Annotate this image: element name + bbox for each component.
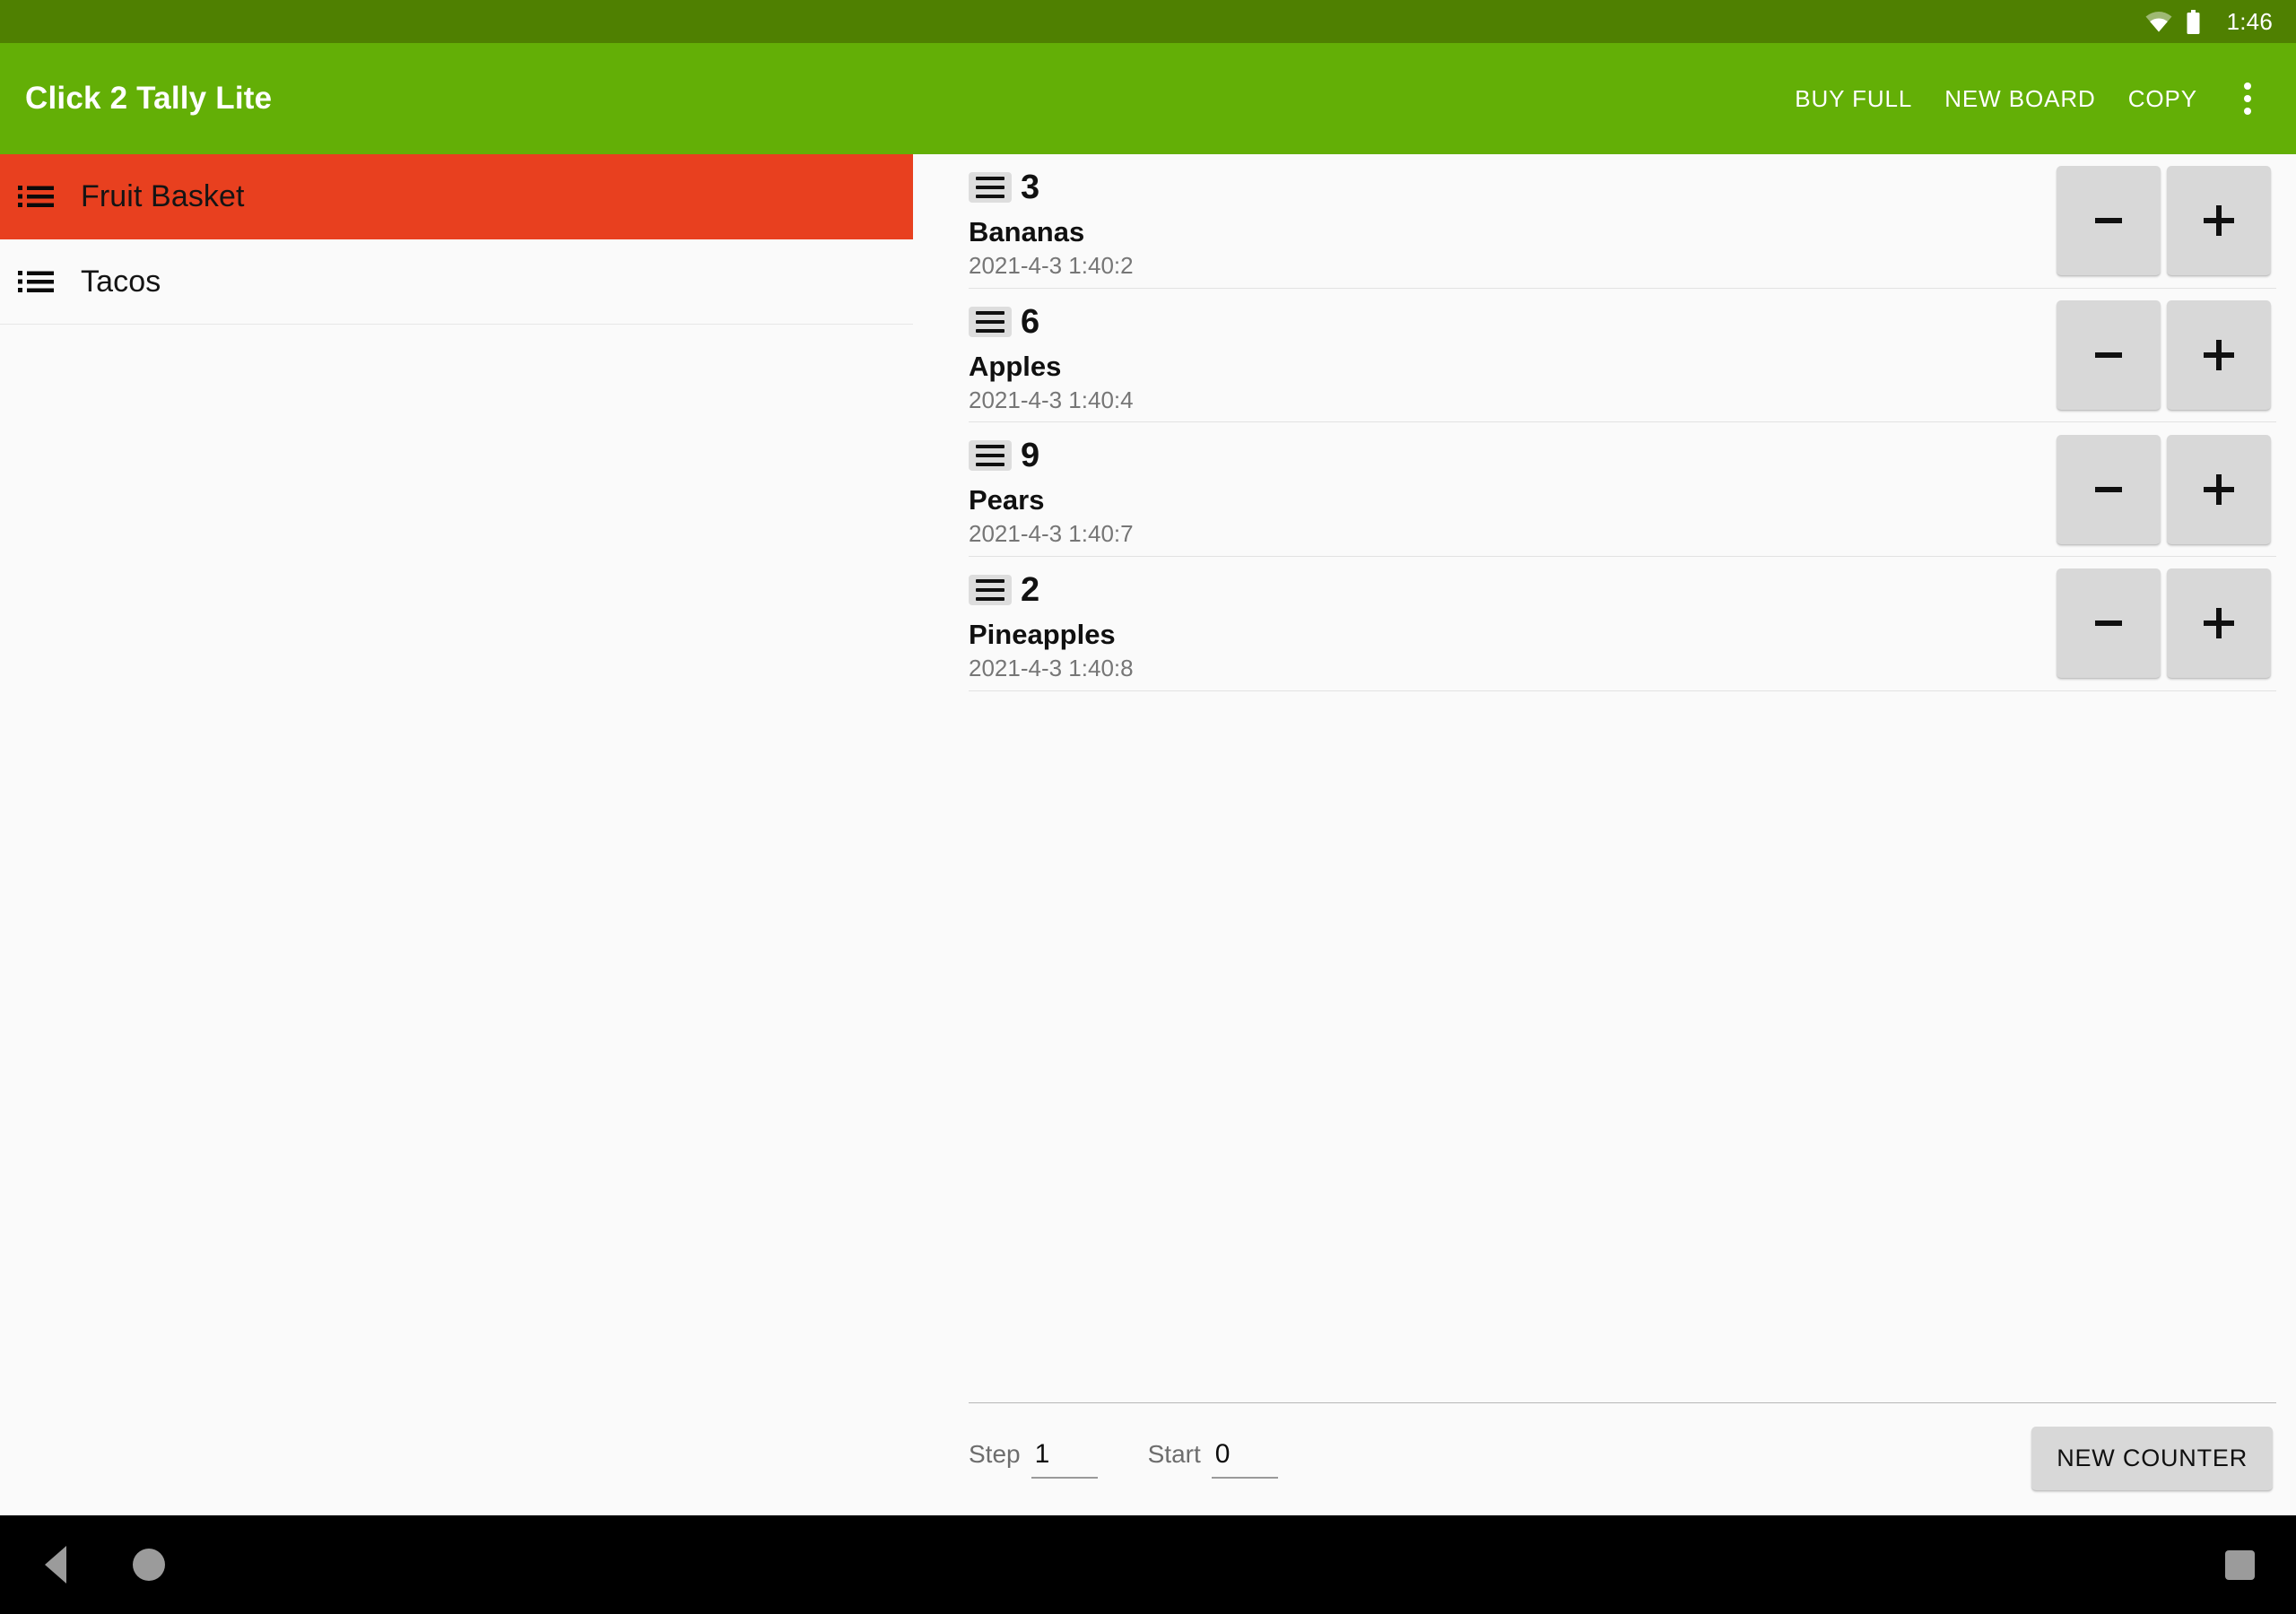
app-bar: Click 2 Tally Lite BUY FULL NEW BOARD CO… xyxy=(0,43,2296,154)
counter-count: 9 xyxy=(1021,437,1040,475)
step-label: Step xyxy=(969,1439,1021,1468)
minus-icon xyxy=(2095,620,2122,627)
counter-creation-bar: Step Start NEW COUNTER xyxy=(969,1402,2276,1515)
plus-icon xyxy=(2204,340,2234,371)
status-icons: 1:46 xyxy=(2145,8,2273,35)
counter-timestamp: 2021-4-3 1:40:8 xyxy=(969,655,1134,682)
counter-timestamp: 2021-4-3 1:40:7 xyxy=(969,520,1134,548)
home-circle-icon[interactable] xyxy=(133,1549,165,1581)
new-board-button[interactable]: NEW BOARD xyxy=(1928,85,2111,113)
table-row: 6 Apples 2021-4-3 1:40:4 xyxy=(969,289,2276,423)
counter-count: 2 xyxy=(1021,571,1040,610)
sidebar-item-fruit-basket[interactable]: Fruit Basket xyxy=(0,154,913,239)
sidebar-item-label: Tacos xyxy=(81,264,161,299)
minus-icon xyxy=(2095,486,2122,492)
overflow-menu-icon[interactable] xyxy=(2222,74,2273,124)
counter-info: 6 Apples 2021-4-3 1:40:4 xyxy=(969,289,2057,422)
minus-icon xyxy=(2095,218,2122,224)
counter-count-line: 9 xyxy=(969,435,2057,476)
increment-button[interactable] xyxy=(2167,300,2271,411)
decrement-button[interactable] xyxy=(2057,434,2161,544)
counter-name: Bananas xyxy=(969,216,1085,247)
board-sidebar: Fruit Basket Tacos xyxy=(0,154,913,1515)
counter-count: 3 xyxy=(1021,169,1040,206)
increment-button[interactable] xyxy=(2167,166,2271,276)
plus-icon xyxy=(2204,473,2234,505)
counter-count: 6 xyxy=(1021,302,1040,341)
status-time: 1:46 xyxy=(2226,8,2273,35)
increment-button[interactable] xyxy=(2167,434,2271,544)
minus-icon xyxy=(2095,352,2122,359)
counter-buttons xyxy=(2057,422,2276,556)
list-icon xyxy=(18,184,81,209)
sidebar-item-label: Fruit Basket xyxy=(81,178,245,213)
panel-spacer xyxy=(969,691,2276,1402)
start-field-group: Start xyxy=(1147,1438,1278,1479)
counter-timestamp: 2021-4-3 1:40:2 xyxy=(969,252,1134,280)
step-field-group: Step xyxy=(969,1438,1098,1479)
counter-info: 2 Pineapples 2021-4-3 1:40:8 xyxy=(969,557,2057,690)
increment-button[interactable] xyxy=(2167,568,2271,679)
battery-icon xyxy=(2187,9,2200,34)
table-row: 9 Pears 2021-4-3 1:40:7 xyxy=(969,422,2276,558)
drag-handle-icon[interactable] xyxy=(969,575,1012,606)
body: Fruit Basket Tacos 3 Bananas 2021-4-3 1:… xyxy=(0,154,2296,1515)
counter-info: 3 Bananas 2021-4-3 1:40:2 xyxy=(969,154,2057,288)
app-title: Click 2 Tally Lite xyxy=(25,81,273,116)
app-root: 1:46 Click 2 Tally Lite BUY FULL NEW BOA… xyxy=(0,0,2296,1614)
counter-panel: 3 Bananas 2021-4-3 1:40:2 6 Apples 2021-… xyxy=(913,154,2296,1515)
list-icon xyxy=(18,269,81,294)
plus-icon xyxy=(2204,608,2234,639)
drag-handle-icon[interactable] xyxy=(969,172,1012,203)
back-triangle-icon[interactable] xyxy=(45,1546,66,1584)
counter-list: 3 Bananas 2021-4-3 1:40:2 6 Apples 2021-… xyxy=(969,154,2276,691)
counter-buttons xyxy=(2057,289,2276,422)
system-nav-bar xyxy=(0,1515,2296,1614)
drag-handle-icon[interactable] xyxy=(969,306,1012,337)
counter-buttons xyxy=(2057,154,2276,288)
recents-square-icon[interactable] xyxy=(2225,1549,2255,1580)
counter-count-line: 3 xyxy=(969,167,2057,208)
counter-name: Pineapples xyxy=(969,619,1116,651)
app-bar-actions: BUY FULL NEW BOARD COPY xyxy=(1779,74,2273,124)
table-row: 3 Bananas 2021-4-3 1:40:2 xyxy=(969,154,2276,289)
step-input[interactable] xyxy=(1031,1438,1098,1479)
sidebar-item-tacos[interactable]: Tacos xyxy=(0,239,913,325)
table-row: 2 Pineapples 2021-4-3 1:40:8 xyxy=(969,557,2276,691)
start-label: Start xyxy=(1147,1439,1201,1468)
plus-icon xyxy=(2204,205,2234,237)
start-input[interactable] xyxy=(1211,1438,1278,1479)
wifi-icon xyxy=(2145,11,2172,32)
counter-info: 9 Pears 2021-4-3 1:40:7 xyxy=(969,422,2057,556)
counter-buttons xyxy=(2057,557,2276,690)
new-counter-button[interactable]: NEW COUNTER xyxy=(2031,1427,2273,1490)
copy-button[interactable]: COPY xyxy=(2112,85,2213,113)
counter-name: Pears xyxy=(969,484,1045,516)
counter-count-line: 6 xyxy=(969,301,2057,343)
decrement-button[interactable] xyxy=(2057,166,2161,276)
decrement-button[interactable] xyxy=(2057,300,2161,411)
decrement-button[interactable] xyxy=(2057,568,2161,679)
counter-count-line: 2 xyxy=(969,569,2057,611)
status-bar: 1:46 xyxy=(0,0,2296,43)
counter-name: Apples xyxy=(969,350,1062,382)
counter-timestamp: 2021-4-3 1:40:4 xyxy=(969,386,1134,413)
buy-full-button[interactable]: BUY FULL xyxy=(1779,85,1928,113)
drag-handle-icon[interactable] xyxy=(969,440,1012,472)
